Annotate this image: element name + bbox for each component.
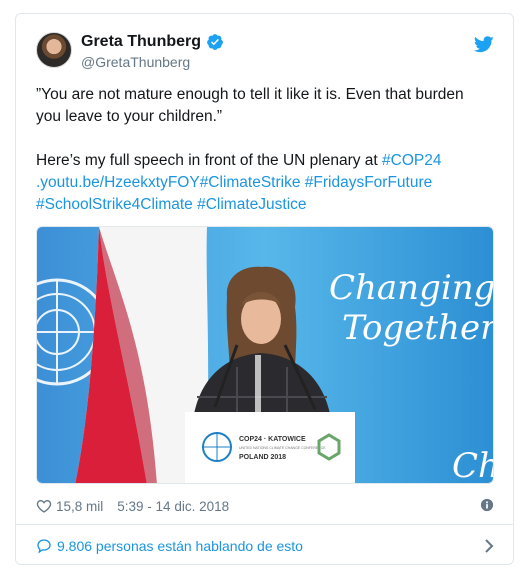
author-display-name[interactable]: Greta Thunberg	[81, 33, 201, 51]
conversation-link[interactable]: 9.806 personas están hablando de esto	[36, 534, 496, 558]
tweet-timestamp[interactable]: 5:39 - 14 dic. 2018	[117, 499, 229, 514]
tweet-header: Greta Thunberg @GretaThunberg	[36, 32, 496, 74]
hashtag-cop24[interactable]: #COP24	[382, 152, 441, 169]
tweet-meta: 15,8 mil 5:39 - 14 dic. 2018	[36, 494, 496, 518]
author-handle[interactable]: @GretaThunberg	[81, 54, 190, 70]
speech-line-3: #SchoolStrike4Climate #ClimateJustice	[36, 194, 498, 216]
banner-text-3: Ch	[452, 446, 494, 484]
banner-text-1: Changing	[329, 268, 494, 308]
tweet-media-image[interactable]: Changing Together Ch COP24 · KATOWICE	[36, 226, 494, 484]
verified-badge-icon	[207, 34, 223, 50]
avatar[interactable]	[36, 32, 72, 68]
quote-line-2: you leave to your children.”	[36, 108, 223, 125]
speech-photo: Changing Together Ch COP24 · KATOWICE	[37, 227, 494, 484]
speech-prefix: Here’s my full speech in front of the UN…	[36, 152, 383, 169]
banner-text-2: Together	[342, 308, 494, 348]
speech-bubble-icon	[37, 539, 51, 554]
hashtag-climatestrike[interactable]: #ClimateStrike	[200, 174, 301, 191]
divider	[16, 524, 513, 525]
conversation-text[interactable]: 9.806 personas están hablando de esto	[57, 538, 303, 554]
podium: COP24 · KATOWICE UNITED NATIONS CLIMATE …	[185, 412, 355, 483]
like-count[interactable]: 15,8 mil	[56, 499, 103, 514]
quote-line-1: ”You are not mature enough to tell it li…	[36, 86, 464, 103]
author-name-row[interactable]: Greta Thunberg	[81, 33, 224, 51]
tweet-card: Greta Thunberg @GretaThunberg ”You are n…	[15, 13, 514, 565]
info-icon[interactable]	[480, 498, 494, 512]
heart-icon[interactable]	[36, 498, 52, 514]
tweet-text: ”You are not mature enough to tell it li…	[36, 84, 498, 216]
podium-text-1: COP24 · KATOWICE	[239, 436, 306, 443]
twitter-bird-icon[interactable]	[474, 36, 494, 53]
speech-line-1: Here’s my full speech in front of the UN…	[36, 150, 498, 172]
speech-line-2: .youtu.be/HzeekxtyFOY#ClimateStrike #Fri…	[36, 172, 498, 194]
youtube-link[interactable]: .youtu.be/HzeekxtyFOY	[36, 174, 200, 191]
hashtag-fridaysforfuture[interactable]: #FridaysForFuture	[305, 174, 432, 191]
hashtag-climatejustice[interactable]: #ClimateJustice	[197, 196, 306, 213]
podium-text-3: POLAND 2018	[239, 454, 286, 461]
chevron-right-icon[interactable]	[484, 538, 494, 554]
hashtag-schoolstrike4climate[interactable]: #SchoolStrike4Climate	[36, 196, 193, 213]
podium-text-2: UNITED NATIONS CLIMATE CHANGE CONFERENCE	[239, 446, 326, 450]
